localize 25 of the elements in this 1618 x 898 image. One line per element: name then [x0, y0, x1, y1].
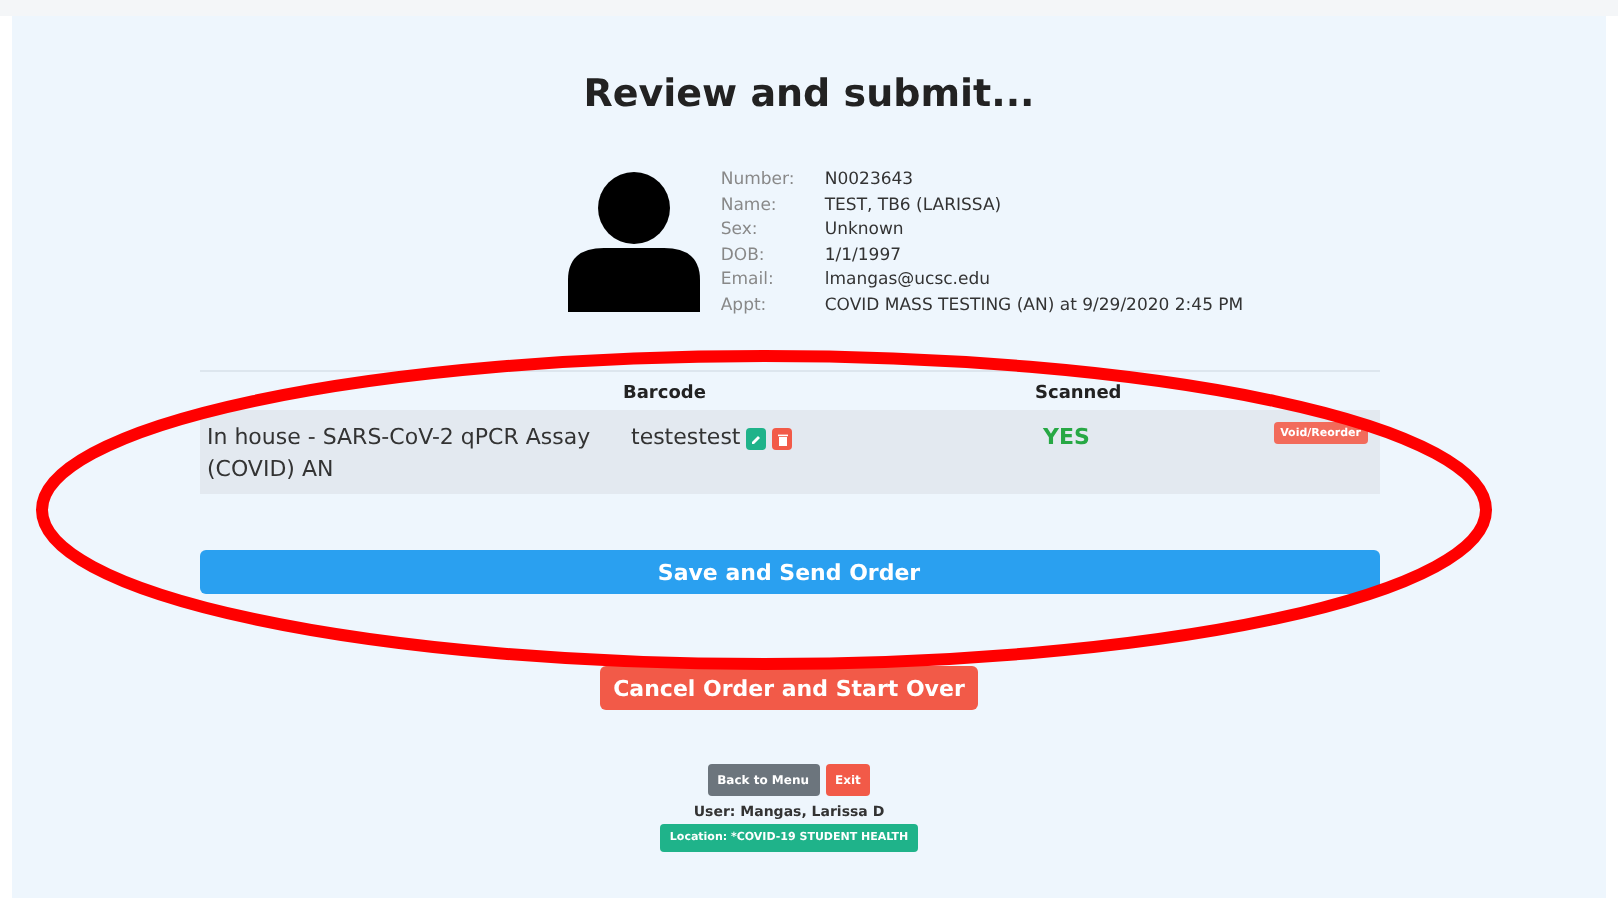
person-icon: [564, 168, 705, 312]
trash-icon: [777, 433, 788, 445]
column-header: Barcode: [623, 384, 708, 404]
field-label: Number:: [720, 168, 797, 193]
test-name: In house - SARS-CoV-2 qPCR Assay (COVID) AN: [207, 422, 593, 486]
field-value: Unknown: [824, 218, 906, 243]
save-button[interactable]: Save and Send Order: [199, 550, 1379, 594]
field-value: COVID MASS TESTING (AN) at 9/29/2020 2:45 PM: [824, 293, 1244, 318]
page-title: Review and submit...: [583, 72, 1035, 116]
field-label: Sex:: [720, 218, 760, 243]
scanned-status: YES: [1043, 422, 1092, 454]
field-value: TEST, TB6 (LARISSA): [824, 193, 1004, 218]
field-value: 1/1/1997: [824, 243, 904, 268]
field-label: Appt:: [720, 293, 769, 318]
field-value: lmangas@ucsc.edu: [824, 268, 993, 293]
edit-button[interactable]: [746, 428, 767, 450]
field-label: Name:: [720, 193, 779, 218]
delete-button[interactable]: [772, 428, 793, 450]
pencil-icon: [750, 433, 763, 445]
field-label: Email:: [720, 268, 776, 293]
cancel-button[interactable]: Cancel Order and Start Over: [599, 666, 979, 710]
barcode-text: testestest: [631, 422, 741, 454]
field-label: DOB:: [720, 243, 767, 268]
field-value: N0023643: [824, 168, 916, 193]
column-header: Scanned: [1035, 384, 1124, 404]
